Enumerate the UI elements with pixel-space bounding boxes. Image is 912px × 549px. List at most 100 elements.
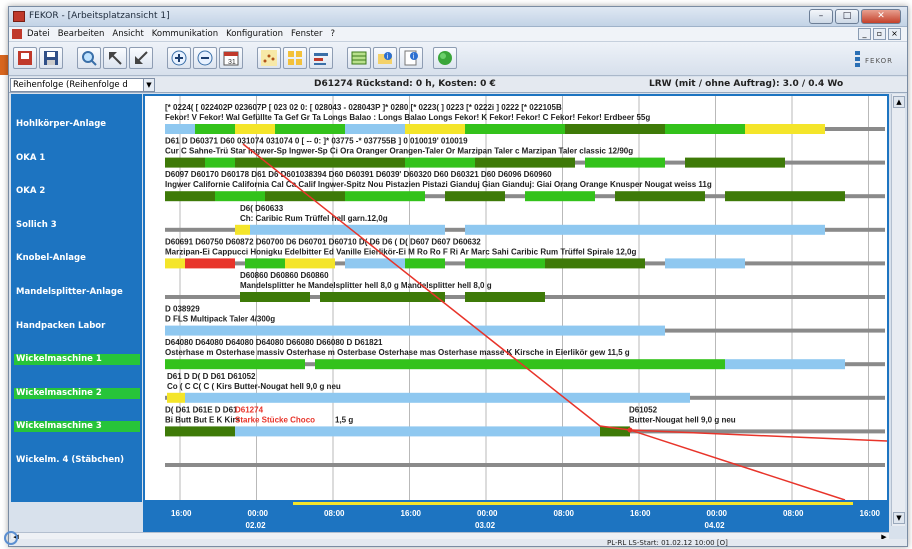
mdi-close-button[interactable]: × [888, 28, 901, 40]
resource-row-label[interactable]: Hohlkörper-Anlage [14, 119, 140, 130]
save-button[interactable] [39, 47, 63, 69]
order-bar [475, 359, 595, 370]
exit-button[interactable] [13, 47, 37, 69]
bottom-status-bar: PL-RL LS-Start: 01.02.12 10:00 [O] [9, 539, 907, 547]
order-bar [165, 157, 205, 168]
calendar-button[interactable]: 31 [219, 47, 243, 69]
scroll-up-icon[interactable]: ▲ [893, 96, 905, 108]
red-order-code: D61274 [235, 405, 264, 414]
red-order-name: Starke Stücke Choco [235, 415, 315, 424]
time-tick-label: 16:00 [401, 509, 422, 518]
time-tick-label: 16:00 [630, 509, 651, 518]
zoom-out-button[interactable] [193, 47, 217, 69]
time-tick-label: 00:00 [477, 509, 498, 518]
order-bar [345, 191, 425, 202]
maximize-button[interactable]: □ [835, 9, 859, 24]
menu-help[interactable]: ? [331, 29, 336, 39]
table-view-button[interactable] [347, 47, 371, 69]
menu-bearbeiten[interactable]: Bearbeiten [58, 29, 105, 39]
order-bar [265, 392, 445, 403]
order-bar [165, 325, 665, 336]
mdi-minimize-button[interactable]: _ [858, 28, 871, 40]
order-bar [325, 157, 405, 168]
arrow-up-left-button[interactable] [103, 47, 127, 69]
order-text: Bi Butt But E K Kirs [165, 415, 241, 424]
resource-sidebar: Hohlkörper-Anlage OKA 1 OKA 2 Sollich 3 Knob… [11, 94, 142, 502]
order-bar [235, 224, 250, 235]
order-text: Ingwer Californie California Cal Ca Cali… [165, 180, 712, 189]
resource-row-label[interactable]: Wickelmaschine 2 [14, 387, 140, 399]
zoom-view-button[interactable] [77, 47, 101, 69]
bottom-status-text: PL-RL LS-Start: 01.02.12 10:00 [O] [607, 539, 728, 547]
sort-order-select[interactable]: Reihenfolge (Reihenfolge d ▼ [10, 78, 155, 92]
taskbar-circle-icon[interactable] [4, 531, 18, 545]
magnifier-icon [82, 51, 97, 66]
chevron-down-icon[interactable]: ▼ [143, 79, 154, 91]
date-tick-label: 04.02 [705, 521, 726, 530]
mdi-restore-button[interactable]: ▫ [873, 28, 886, 40]
resource-row-label[interactable]: OKA 1 [14, 153, 140, 164]
order-bar [165, 426, 235, 437]
order-text: Butter-Nougat hell 9,0 g neu [629, 415, 736, 424]
resource-row-label[interactable]: Knobel-Anlage [14, 253, 140, 264]
order-text: D6097 D60170 D60178 D61 D6 D601038394 D6… [165, 170, 552, 179]
gantt-canvas[interactable]: [* 0224( [ 022402P 023607P [ 023 02 0: [… [145, 96, 887, 500]
resource-row-label[interactable]: OKA 2 [14, 186, 140, 197]
scatter-button[interactable] [257, 47, 281, 69]
order-text: D61052 [629, 405, 658, 414]
order-bar [185, 258, 235, 269]
time-axis-canvas: 16:00 00:00 08:00 16:00 00:00 08:00 16:00 00:00… [171, 502, 881, 530]
resource-row-label[interactable]: Wickelmaschine 3 [14, 421, 140, 433]
close-button[interactable]: ✕ [861, 9, 901, 24]
time-tick-label: 00:00 [707, 509, 728, 518]
plus-icon [171, 50, 187, 66]
grid-button[interactable] [283, 47, 307, 69]
menu-datei[interactable]: Datei [27, 29, 50, 39]
logo-text: FEKOR [865, 57, 894, 65]
globe-button[interactable] [433, 47, 457, 69]
order-bar [215, 359, 305, 370]
info-folder-button[interactable]: i [373, 47, 397, 69]
time-tick-label: 08:00 [324, 509, 345, 518]
zoom-in-button[interactable] [167, 47, 191, 69]
resource-row-label[interactable]: Wickelm. 4 (Stäbchen) [14, 455, 140, 466]
resource-row-label[interactable]: Mandelsplitter-Anlage [14, 287, 140, 298]
resource-row-label[interactable]: Sollich 3 [14, 220, 140, 231]
order-bar [725, 191, 845, 202]
grid-icon [288, 51, 302, 65]
app-icon [13, 11, 25, 22]
red-order-qty: 1,5 g [335, 415, 353, 424]
minimize-button[interactable]: – [809, 9, 833, 24]
gantt-chart[interactable]: [* 0224( [ 022402P 023607P [ 023 02 0: [… [143, 94, 889, 502]
order-bar [165, 124, 195, 134]
list-chart-button[interactable] [309, 47, 333, 69]
globe-icon [438, 51, 452, 65]
vertical-scrollbar[interactable]: ▲ ▼ [891, 94, 905, 526]
menu-kommunikation[interactable]: Kommunikation [152, 29, 218, 39]
menu-konfiguration[interactable]: Konfiguration [226, 29, 283, 39]
order-bar [165, 258, 185, 269]
order-bar [320, 292, 445, 302]
window-title: FEKOR - [Arbeitsplatzansicht 1] [29, 11, 170, 21]
resource-row-label[interactable]: Handpacken Labor [14, 321, 140, 332]
menu-fenster[interactable]: Fenster [291, 29, 323, 39]
info-document-button[interactable]: i [399, 47, 423, 69]
menu-ansicht[interactable]: Ansicht [112, 29, 143, 39]
order-text: D60691 D60750 D60872 D60700 D6 D60701 D6… [165, 237, 481, 246]
time-tick-label: 08:00 [783, 509, 804, 518]
order-bar [465, 224, 825, 235]
document-icon[interactable] [12, 29, 22, 39]
lrw-info: LRW (mit / ohne Auftrag): 3.0 / 0.4 Wo [649, 79, 844, 89]
arrow-down-left-button[interactable] [129, 47, 153, 69]
order-text: D61 D D60371 D60 031074 031074 0 [ -- 0:… [165, 137, 468, 146]
order-bar [195, 124, 235, 134]
minus-icon [197, 50, 213, 66]
scroll-down-icon[interactable]: ▼ [893, 512, 905, 524]
order-bar [545, 258, 645, 269]
order-text: Osterhase m Osterhase massiv Osterhase m… [165, 348, 630, 357]
order-text: D 038929 [165, 305, 200, 314]
order-text: D6( D60633 [240, 204, 284, 213]
resource-row-label[interactable]: Wickelmaschine 1 [14, 354, 140, 366]
order-text: D61 D D( D D61 D61052 [167, 372, 256, 381]
title-bar[interactable]: FEKOR - [Arbeitsplatzansicht 1] – □ ✕ [9, 7, 907, 27]
